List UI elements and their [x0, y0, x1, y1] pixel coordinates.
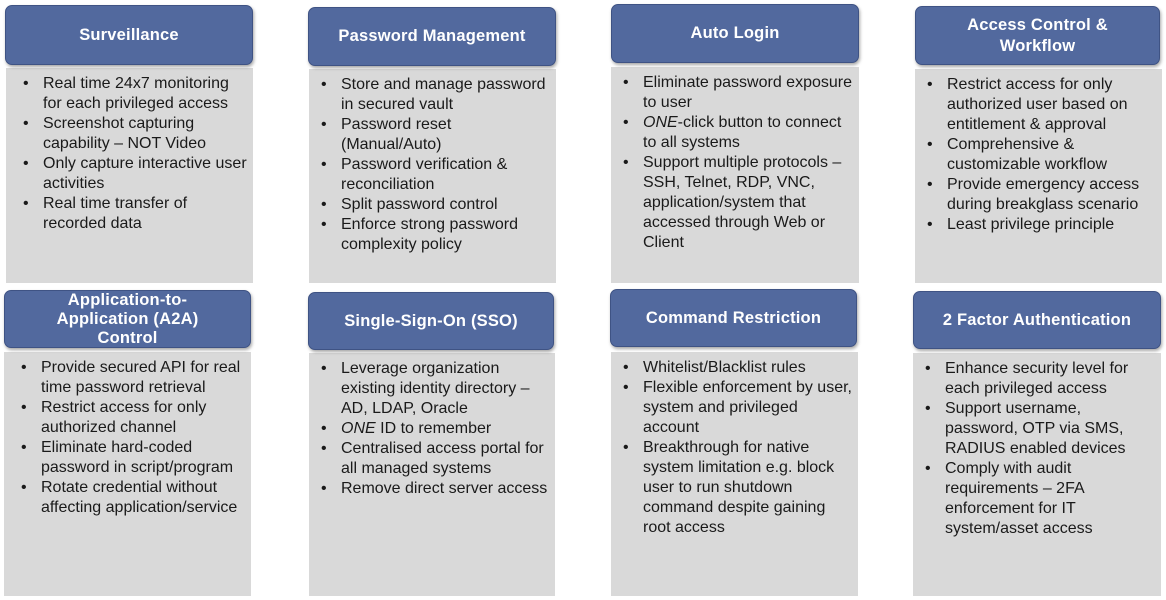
card-body: Provide secured API for real time passwo… [4, 352, 251, 596]
card-body: Leverage organization existing identity … [309, 353, 555, 596]
card-body: Real time 24x7 monitoring for each privi… [6, 68, 253, 283]
list-item: Password reset (Manual/Auto) [321, 115, 550, 155]
bullet-list: Provide secured API for real time passwo… [21, 358, 245, 518]
card-title: Surveillance [5, 5, 253, 65]
list-item: Enhance security level for each privileg… [925, 359, 1155, 399]
list-item: Remove direct server access [321, 479, 549, 499]
card-body: Store and manage password in secured vau… [309, 69, 556, 283]
bullet-list: Eliminate password exposure to user ONE-… [623, 73, 853, 253]
list-item: Least privilege principle [927, 215, 1156, 235]
list-item: Leverage organization existing identity … [321, 359, 549, 419]
card-title: Auto Login [611, 4, 859, 63]
list-item: Provide secured API for real time passwo… [21, 358, 245, 398]
card-body: Eliminate password exposure to user ONE-… [611, 67, 859, 283]
list-item: ONE ID to remember [321, 419, 549, 439]
card-title: Password Management [308, 7, 556, 66]
bullet-list: Leverage organization existing identity … [321, 359, 549, 499]
list-item: Flexible enforcement by user, system and… [623, 378, 852, 438]
list-item: Enforce strong password complexity polic… [321, 215, 550, 255]
card-body: Restrict access for only authorized user… [915, 69, 1162, 283]
list-item: Screenshot capturing capability – NOT Vi… [23, 114, 247, 154]
list-item: Store and manage password in secured vau… [321, 75, 550, 115]
list-item: Restrict access for only authorized user… [927, 75, 1156, 135]
list-item: Only capture interactive user activities [23, 154, 247, 194]
card-body: Whitelist/Blacklist rules Flexible enfor… [611, 352, 858, 596]
list-item: Real time 24x7 monitoring for each privi… [23, 74, 247, 114]
list-item: Real time transfer of recorded data [23, 194, 247, 234]
list-item: Comprehensive & customizable workflow [927, 135, 1156, 175]
card-title: Command Restriction [610, 289, 857, 347]
list-item: Support username, password, OTP via SMS,… [925, 399, 1155, 459]
card-body: Enhance security level for each privileg… [913, 353, 1161, 596]
bullet-list: Restrict access for only authorized user… [927, 75, 1156, 235]
card-title: Single-Sign-On (SSO) [308, 292, 554, 350]
list-item: ONE-click button to connect to all syste… [623, 113, 853, 153]
list-item: Whitelist/Blacklist rules [623, 358, 852, 378]
bullet-list: Whitelist/Blacklist rules Flexible enfor… [623, 358, 852, 538]
list-item: Split password control [321, 195, 550, 215]
list-item: Breakthrough for native system limitatio… [623, 438, 852, 538]
card-title: Access Control & Workflow [915, 6, 1160, 65]
list-item: Comply with audit requirements – 2FA enf… [925, 459, 1155, 539]
bullet-list: Store and manage password in secured vau… [321, 75, 550, 255]
card-title: 2 Factor Authentication [913, 291, 1161, 349]
list-item: Centralised access portal for all manage… [321, 439, 549, 479]
list-item: Eliminate hard-coded password in script/… [21, 438, 245, 478]
list-item: Eliminate password exposure to user [623, 73, 853, 113]
bullet-list: Enhance security level for each privileg… [925, 359, 1155, 539]
bullet-list: Real time 24x7 monitoring for each privi… [23, 74, 247, 234]
list-item: Password verification & reconciliation [321, 155, 550, 195]
list-item: Restrict access for only authorized chan… [21, 398, 245, 438]
list-item: Provide emergency access during breakgla… [927, 175, 1156, 215]
card-title: Application-to-Application (A2A) Control [4, 290, 251, 348]
list-item: Support multiple protocols – SSH, Telnet… [623, 153, 853, 253]
list-item: Rotate credential without affecting appl… [21, 478, 245, 518]
